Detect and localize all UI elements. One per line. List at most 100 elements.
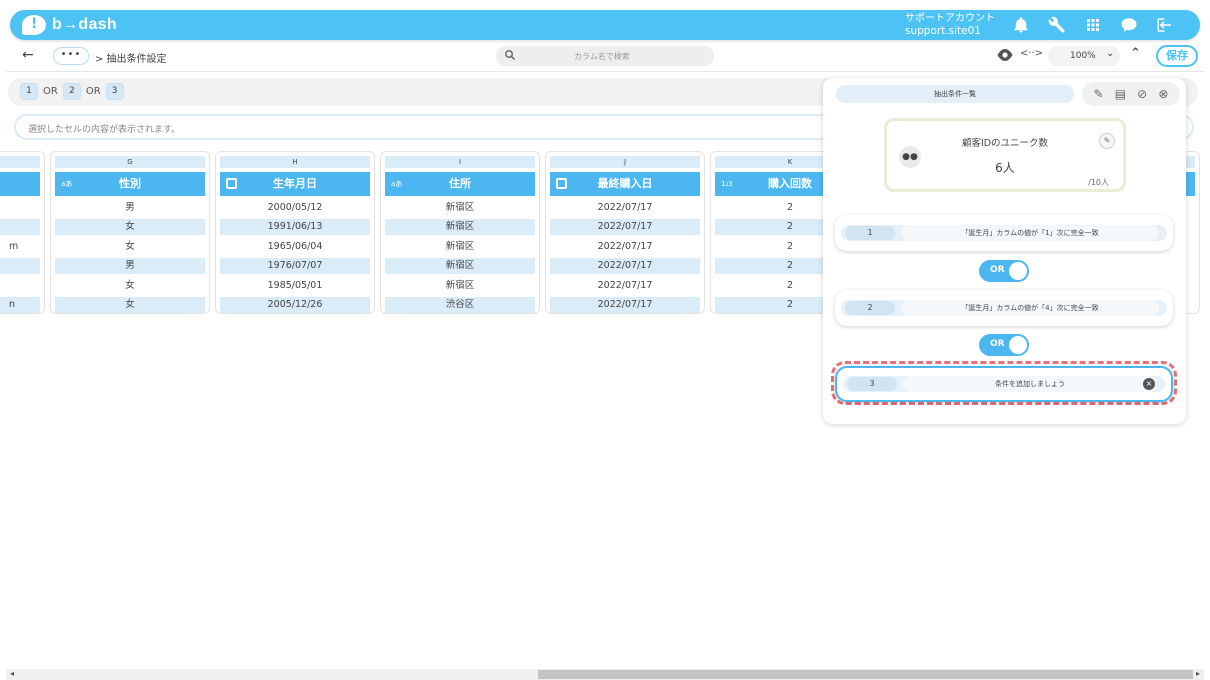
stat-value: 6人	[995, 161, 1015, 175]
close-circle-icon[interactable]: ⊗	[1158, 87, 1168, 101]
search-placeholder: カラム名で検索	[574, 52, 630, 61]
table-cell[interactable]: 2022/07/17	[550, 258, 700, 275]
hide-icon[interactable]: ⊘	[1137, 87, 1147, 101]
column-search-input[interactable]: カラム名で検索	[496, 46, 714, 66]
column-address: I aあ 住所 新宿区 新宿区 新宿区 新宿区 新宿区 渋谷区	[380, 151, 540, 314]
column-letter[interactable]: I	[385, 156, 535, 168]
panel-toolbar: ✎ ▤ ⊘ ⊗	[1082, 82, 1180, 106]
table-cell[interactable]: 2022/07/17	[550, 278, 700, 294]
bell-icon[interactable]	[1010, 13, 1032, 37]
chevron-up-icon[interactable]: ⌃	[1130, 46, 1141, 61]
breadcrumb: > 抽出条件設定	[95, 54, 167, 65]
condition-chip-2[interactable]: 2	[62, 83, 81, 100]
table-cell[interactable]: 2022/07/17	[550, 200, 700, 216]
remove-icon[interactable]: ×	[1143, 378, 1155, 390]
column-header[interactable]: 生年月日	[220, 172, 370, 196]
table-cell[interactable]: 2022/07/17	[550, 239, 700, 255]
column-last-purchase: J 最終購入日 2022/07/17 2022/07/17 2022/07/17…	[545, 151, 705, 314]
table-cell[interactable]	[0, 258, 40, 275]
more-button[interactable]: •••	[53, 47, 89, 65]
edit-icon[interactable]: ✎	[1099, 133, 1115, 149]
stat-total: /10人	[1088, 178, 1109, 187]
table-cell[interactable]: 女	[55, 278, 205, 294]
condition-row-1[interactable]: 1 「誕生月」カラムの値が「1」次に完全一致	[835, 215, 1173, 251]
account-id: support.site01	[905, 25, 981, 37]
table-cell[interactable]	[0, 219, 40, 236]
condition-text[interactable]: 「誕生月」カラムの値が「4」次に完全一致	[901, 300, 1159, 316]
column-header[interactable]	[0, 172, 40, 196]
add-condition-prompt[interactable]: 条件を追加しましょう	[903, 376, 1157, 392]
or-toggle[interactable]: OR	[979, 260, 1029, 282]
table-cell[interactable]: 新宿区	[385, 200, 535, 216]
sub-toolbar: ← ••• > 抽出条件設定 カラム名で検索 <··> 100% ⌄ ⌃ 保存	[6, 42, 1204, 72]
scroll-left-icon[interactable]: ◂	[10, 669, 14, 678]
zoom-value: 100%	[1070, 51, 1096, 61]
operator-label: OR	[85, 86, 101, 97]
wrench-icon[interactable]	[1046, 13, 1068, 37]
table-cell[interactable]: m	[0, 239, 40, 255]
table-cell[interactable]	[0, 200, 40, 216]
logout-icon[interactable]	[1154, 13, 1176, 37]
column-letter[interactable]: G	[55, 156, 205, 168]
table-cell[interactable]: 新宿区	[385, 258, 535, 275]
condition-chip-3[interactable]: 3	[105, 83, 124, 100]
code-view-icon[interactable]: <··>	[1020, 48, 1043, 59]
table-cell[interactable]: 1976/07/07	[220, 258, 370, 275]
number-type-icon: 1₂3	[721, 180, 733, 188]
column-header[interactable]: aあ 性別	[55, 172, 205, 196]
table-cell[interactable]: 1991/06/13	[220, 219, 370, 236]
table-cell[interactable]: 男	[55, 200, 205, 216]
horizontal-scrollbar[interactable]: ◂ ▸	[6, 669, 1204, 680]
save-button[interactable]: 保存	[1156, 45, 1198, 67]
column-header[interactable]: aあ 住所	[385, 172, 535, 196]
condition-chip-1[interactable]: 1	[20, 83, 38, 100]
column-header[interactable]: 最終購入日	[550, 172, 700, 196]
table-cell[interactable]: 男	[55, 258, 205, 275]
zoom-select[interactable]: 100% ⌄	[1048, 46, 1120, 66]
account-info[interactable]: サポートアカウント support.site01	[905, 12, 995, 38]
document-icon[interactable]: ▤	[1115, 87, 1126, 101]
table-cell[interactable]: 2022/07/17	[550, 296, 700, 313]
apps-grid-icon[interactable]	[1082, 13, 1104, 37]
toggle-label: OR	[990, 265, 1005, 275]
toggle-label: OR	[990, 339, 1005, 349]
table-cell[interactable]: 女	[55, 239, 205, 255]
table-cell[interactable]: n	[0, 296, 40, 313]
column-letter	[0, 156, 40, 168]
brush-icon[interactable]: ✎	[1094, 87, 1104, 101]
or-toggle[interactable]: OR	[979, 334, 1029, 356]
scroll-right-icon[interactable]: ▸	[1196, 669, 1200, 678]
condition-text[interactable]: 「誕生月」カラムの値が「1」次に完全一致	[901, 225, 1159, 241]
calendar-icon	[556, 178, 567, 189]
condition-row-3[interactable]: 3 条件を追加しましょう ×	[835, 366, 1173, 402]
table-cell[interactable]: 新宿区	[385, 219, 535, 236]
condition-number: 1	[845, 226, 895, 240]
scrollbar-thumb[interactable]	[538, 670, 1193, 679]
table-cell[interactable]: 2022/07/17	[550, 219, 700, 236]
column-partial: m n	[0, 151, 45, 314]
back-arrow-icon[interactable]: ←	[22, 47, 34, 63]
table-cell[interactable]: 2005/12/26	[220, 296, 370, 313]
table-cell[interactable]	[0, 278, 40, 294]
table-cell[interactable]: 女	[55, 296, 205, 313]
account-label: サポートアカウント	[905, 13, 995, 24]
panel-title[interactable]: 抽出条件一覧	[836, 85, 1074, 103]
table-cell[interactable]: 渋谷区	[385, 296, 535, 313]
support-chat-icon[interactable]	[1118, 13, 1140, 37]
table-cell[interactable]: 新宿区	[385, 239, 535, 255]
eye-icon[interactable]	[996, 48, 1014, 62]
app-name: b→dash	[52, 16, 117, 33]
logo[interactable]: b→dash	[22, 14, 117, 36]
column-letter[interactable]: J	[550, 156, 700, 168]
stat-title: 顧客IDのユニーク数	[961, 138, 1049, 149]
table-cell[interactable]: 女	[55, 219, 205, 236]
table-cell[interactable]: 2000/05/12	[220, 200, 370, 216]
table-cell[interactable]: 1965/06/04	[220, 239, 370, 255]
table-cell[interactable]: 新宿区	[385, 278, 535, 294]
condition-row-2[interactable]: 2 「誕生月」カラムの値が「4」次に完全一致	[835, 290, 1173, 326]
unique-count-card: ●● 顧客IDのユニーク数 6人 /10人 ✎	[884, 118, 1126, 192]
column-birthdate: H 生年月日 2000/05/12 1991/06/13 1965/06/04 …	[215, 151, 375, 314]
toggle-knob	[1009, 336, 1027, 354]
column-letter[interactable]: H	[220, 156, 370, 168]
table-cell[interactable]: 1985/05/01	[220, 278, 370, 294]
